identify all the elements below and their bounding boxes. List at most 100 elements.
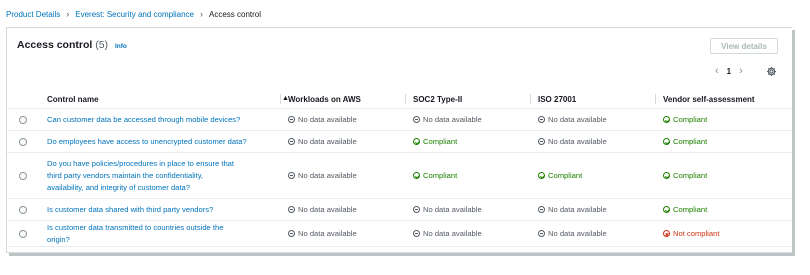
status-indicator: No data available xyxy=(538,229,655,238)
row-radio-button[interactable] xyxy=(19,138,27,146)
status-cell: No data available xyxy=(280,221,405,247)
status-indicator: Not compliant xyxy=(663,229,792,238)
status-cell: Compliant xyxy=(405,131,530,153)
current-page[interactable]: 1 xyxy=(727,67,731,76)
row-radio-button[interactable] xyxy=(19,172,27,180)
status-text: No data available xyxy=(423,115,482,124)
column-header-soc2-type-ii[interactable]: SOC2 Type-II xyxy=(405,90,530,109)
column-header-workloads-on-aws[interactable]: Workloads on AWS xyxy=(280,90,405,109)
minus-circle-icon xyxy=(538,206,545,213)
control-name-link[interactable]: Do you have policies/procedures in place… xyxy=(47,158,280,170)
item-count: (5) xyxy=(95,39,109,51)
status-text: Not compliant xyxy=(673,229,720,238)
column-label: SOC2 Type-II xyxy=(413,94,463,104)
column-label: ISO 27001 xyxy=(538,94,577,104)
row-radio-button[interactable] xyxy=(19,116,27,124)
status-indicator: Compliant xyxy=(663,205,792,214)
minus-circle-icon xyxy=(288,116,295,123)
previous-page-icon[interactable]: ‹ xyxy=(715,66,719,77)
access-control-panel: Access control (5) Info View details ‹ 1… xyxy=(6,27,792,253)
table-row[interactable]: Do employees have access to unencrypted … xyxy=(7,131,792,153)
minus-circle-icon xyxy=(288,206,295,213)
status-text: Compliant xyxy=(673,205,708,214)
control-name-link[interactable]: Is customer data transmitted to countrie… xyxy=(47,222,280,234)
status-text: Compliant xyxy=(673,115,708,124)
status-cell: No data available xyxy=(530,131,655,153)
status-indicator: No data available xyxy=(413,115,530,124)
status-text: Compliant xyxy=(673,137,708,146)
status-text: Compliant xyxy=(548,171,583,180)
column-header-vendor-self-assessment[interactable]: Vendor self-assessment xyxy=(655,90,792,109)
status-text: No data available xyxy=(298,205,357,214)
view-details-button[interactable]: View details xyxy=(710,38,778,54)
check-circle-icon xyxy=(413,138,420,145)
status-cell: No data available xyxy=(405,109,530,131)
breadcrumb-product-details[interactable]: Product Details xyxy=(6,10,60,19)
status-indicator: No data available xyxy=(288,137,405,146)
column-label: Control name xyxy=(47,94,99,104)
panel-title-text: Access control xyxy=(17,39,93,51)
table-row[interactable]: Can customer data be accessed through mo… xyxy=(7,109,792,131)
table-row[interactable]: Is customer data transmitted to countrie… xyxy=(7,221,792,247)
row-select-cell xyxy=(7,221,39,247)
check-circle-icon xyxy=(663,138,670,145)
control-name-link[interactable]: Can customer data be accessed through mo… xyxy=(47,114,280,126)
table-body: Can customer data be accessed through mo… xyxy=(7,109,792,247)
table-row[interactable]: Do you have policies/procedures in place… xyxy=(7,153,792,199)
row-select-cell xyxy=(7,153,39,199)
status-text: No data available xyxy=(423,229,482,238)
row-radio-button[interactable] xyxy=(19,206,27,214)
status-cell: Compliant xyxy=(655,199,792,221)
x-circle-icon xyxy=(663,230,670,237)
check-circle-icon xyxy=(663,172,670,179)
status-cell: Compliant xyxy=(655,131,792,153)
status-indicator: Compliant xyxy=(413,137,530,146)
select-column-header xyxy=(7,90,39,109)
status-cell: Compliant xyxy=(405,153,530,199)
status-indicator: Compliant xyxy=(663,115,792,124)
control-name-link[interactable]: availability, and integrity of customer … xyxy=(47,182,280,194)
status-cell: No data available xyxy=(530,109,655,131)
status-indicator: No data available xyxy=(538,205,655,214)
status-text: No data available xyxy=(548,205,607,214)
check-circle-icon xyxy=(663,116,670,123)
control-name-link[interactable]: Is customer data shared with third party… xyxy=(47,204,280,216)
status-text: No data available xyxy=(298,115,357,124)
info-link[interactable]: Info xyxy=(115,43,127,50)
status-indicator: Compliant xyxy=(663,171,792,180)
status-cell: No data available xyxy=(530,199,655,221)
status-text: No data available xyxy=(548,115,607,124)
row-radio-button[interactable] xyxy=(19,230,27,238)
control-name-link[interactable]: third party vendors maintain the confide… xyxy=(47,170,280,182)
status-indicator: No data available xyxy=(288,171,405,180)
control-name-link[interactable]: Do employees have access to unencrypted … xyxy=(47,136,280,148)
status-indicator: Compliant xyxy=(663,137,792,146)
check-circle-icon xyxy=(413,172,420,179)
control-name-cell: Can customer data be accessed through mo… xyxy=(39,109,280,131)
column-divider xyxy=(280,94,281,104)
breadcrumb-security-compliance[interactable]: Everest: Security and compliance xyxy=(75,10,194,19)
status-indicator: No data available xyxy=(413,205,530,214)
minus-circle-icon xyxy=(538,230,545,237)
breadcrumb-current: Access control xyxy=(208,9,262,19)
status-indicator: Compliant xyxy=(413,171,530,180)
status-indicator: Compliant xyxy=(538,171,655,180)
status-text: No data available xyxy=(548,229,607,238)
column-divider xyxy=(405,94,406,104)
status-cell: Not compliant xyxy=(655,221,792,247)
control-name-cell: Do employees have access to unencrypted … xyxy=(39,131,280,153)
column-header-iso-27001[interactable]: ISO 27001 xyxy=(530,90,655,109)
minus-circle-icon xyxy=(288,172,295,179)
next-page-icon[interactable]: › xyxy=(739,66,743,77)
status-cell: Compliant xyxy=(655,109,792,131)
table-row[interactable]: Is customer data shared with third party… xyxy=(7,199,792,221)
control-name-cell: Is customer data transmitted to countrie… xyxy=(39,221,280,247)
gear-icon[interactable] xyxy=(766,66,777,77)
column-header-control-name[interactable]: Control name ▲ xyxy=(39,90,289,109)
status-cell: No data available xyxy=(405,221,530,247)
status-text: No data available xyxy=(298,171,357,180)
pagination: ‹ 1 › xyxy=(715,66,743,77)
control-name-link[interactable]: origin? xyxy=(47,234,280,246)
check-circle-icon xyxy=(538,172,545,179)
status-text: Compliant xyxy=(673,171,708,180)
